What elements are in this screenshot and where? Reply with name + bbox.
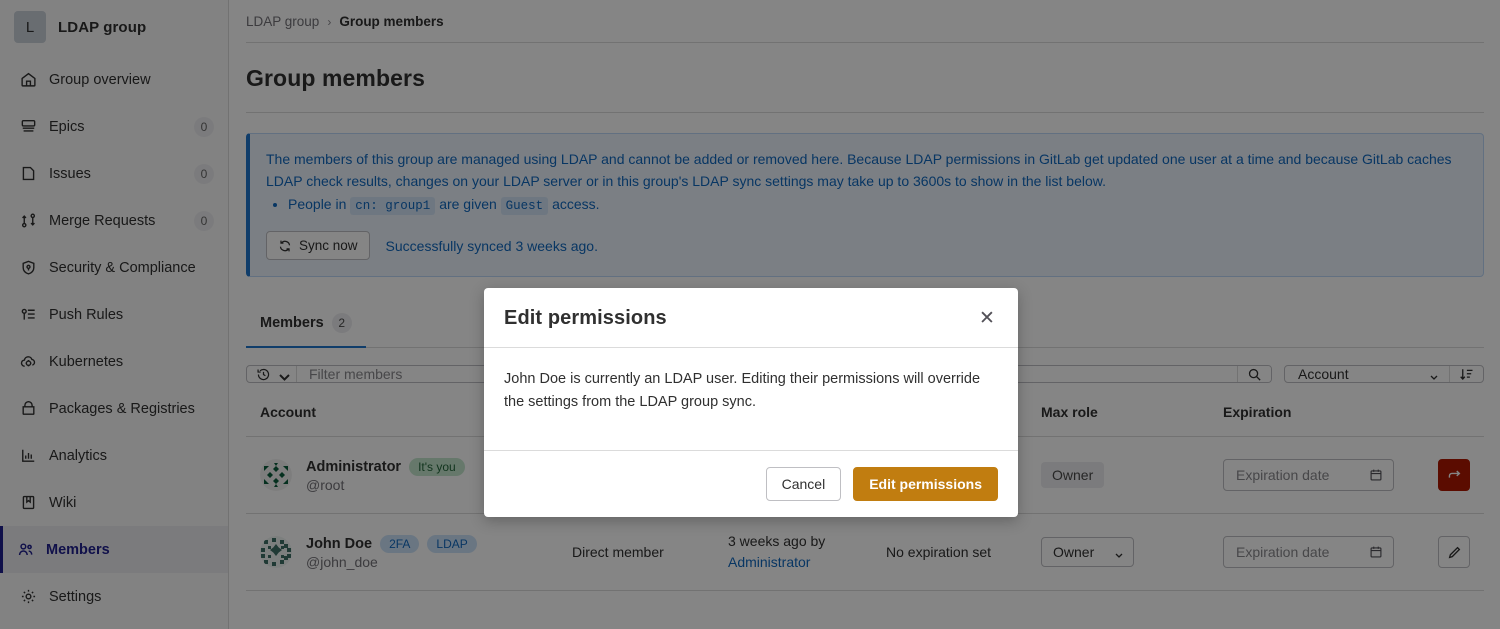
confirm-edit-permissions-button[interactable]: Edit permissions [853,467,998,501]
edit-permissions-modal: Edit permissions ✕ John Doe is currently… [484,288,1018,517]
modal-header: Edit permissions ✕ [484,288,1018,348]
cancel-button[interactable]: Cancel [765,467,842,501]
modal-footer: Cancel Edit permissions [484,451,1018,517]
modal-body: John Doe is currently an LDAP user. Edit… [484,348,1018,451]
close-icon[interactable]: ✕ [976,307,998,329]
modal-message: John Doe is currently an LDAP user. Edit… [504,371,981,410]
modal-title: Edit permissions [504,307,667,329]
gitlab-group-members-page: L LDAP group Group overview Epics 0 Issu… [0,0,1500,629]
